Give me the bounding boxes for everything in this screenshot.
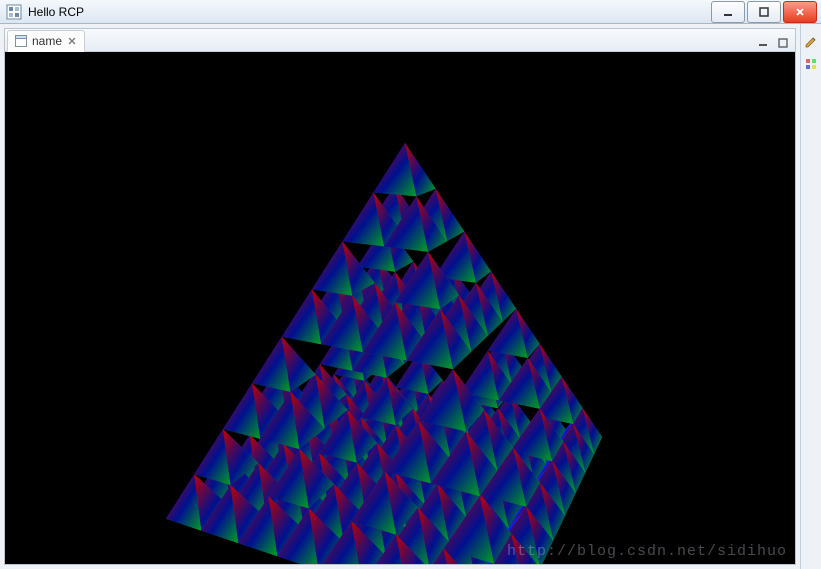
tab-close-icon[interactable] [66, 35, 78, 47]
close-button[interactable] [783, 1, 817, 23]
edit-icon[interactable] [803, 34, 819, 50]
titlebar[interactable]: Hello RCP [0, 0, 821, 24]
tab-label: name [32, 34, 62, 48]
tab-name[interactable]: name [7, 30, 85, 52]
window-title: Hello RCP [28, 5, 709, 19]
window-buttons [709, 1, 817, 23]
minimize-button[interactable] [711, 1, 745, 23]
client-area: name [0, 24, 821, 569]
view-minimize-icon[interactable] [755, 35, 771, 51]
app-icon [6, 4, 22, 20]
right-trim [800, 24, 821, 569]
view-maximize-icon[interactable] [775, 35, 791, 51]
view-icon [14, 34, 28, 48]
tabbar: name [5, 29, 795, 52]
opengl-viewport[interactable]: http://blog.csdn.net/sidihuo [5, 52, 795, 564]
maximize-button[interactable] [747, 1, 781, 23]
app-window: Hello RCP [0, 0, 821, 569]
palette-icon[interactable] [803, 56, 819, 72]
view-stack: name [4, 28, 796, 565]
